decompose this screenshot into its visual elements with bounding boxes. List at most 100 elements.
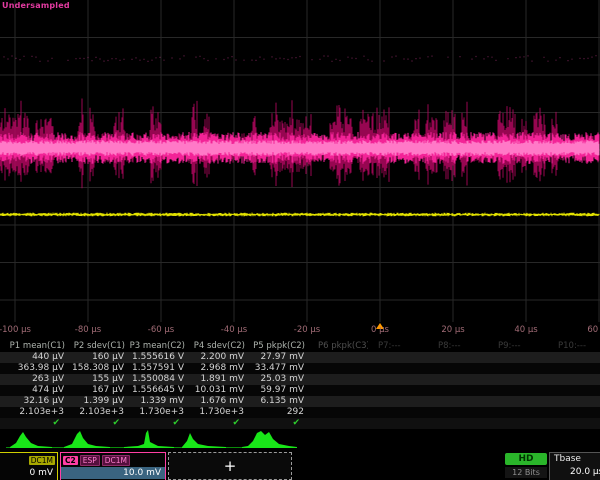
c1-descriptor[interactable]: DC1M 0 mV bbox=[0, 452, 58, 480]
param-value bbox=[308, 352, 368, 363]
param-header[interactable]: P9:--- bbox=[488, 341, 548, 352]
param-value bbox=[488, 374, 548, 385]
param-header[interactable]: P5 pkpk(C2) bbox=[248, 341, 308, 352]
c2-esp-badge: ESP bbox=[80, 455, 100, 466]
param-header[interactable]: P3 mean(C2) bbox=[128, 341, 188, 352]
param-histicon[interactable] bbox=[10, 432, 52, 448]
param-status-check bbox=[548, 418, 600, 429]
c1-scale: 0 mV bbox=[0, 467, 57, 479]
param-status-check: ✔ bbox=[68, 418, 128, 429]
axis-label: 60 µs bbox=[587, 325, 600, 335]
param-value: 1.730e+3 bbox=[188, 407, 248, 418]
param-histicon[interactable] bbox=[182, 433, 226, 448]
param-status-check: ✔ bbox=[128, 418, 188, 429]
param-value: 59.97 mV bbox=[248, 385, 308, 396]
param-value bbox=[428, 352, 488, 363]
axis-label: 20 µs bbox=[441, 325, 464, 335]
param-header[interactable]: P1 mean(C1) bbox=[0, 341, 68, 352]
param-value: 33.477 mV bbox=[248, 363, 308, 374]
axis-label: -100 µs bbox=[0, 325, 31, 335]
param-header[interactable]: P6 pkpk(C3) bbox=[308, 341, 368, 352]
param-value: 160 µV bbox=[68, 352, 128, 363]
c2-peak-dots bbox=[4, 55, 596, 62]
param-header[interactable]: P8:--- bbox=[428, 341, 488, 352]
axis-label: 0 µs bbox=[371, 325, 389, 335]
param-value: 27.97 mV bbox=[248, 352, 308, 363]
param-value bbox=[548, 363, 600, 374]
param-value bbox=[368, 407, 428, 418]
hd-bits-label: 12 Bits bbox=[505, 467, 547, 478]
param-value bbox=[428, 363, 488, 374]
add-trace-button[interactable]: + bbox=[168, 452, 292, 480]
param-value bbox=[488, 407, 548, 418]
param-value: 158.308 µV bbox=[68, 363, 128, 374]
table-row: 263 µV155 µV1.550084 V1.891 mV25.03 mV bbox=[0, 374, 600, 385]
param-value bbox=[308, 407, 368, 418]
bottom-toolbar: DC1M 0 mV C2 ESP DC1M 10.0 mV + HD 12 Bi… bbox=[0, 452, 600, 480]
param-value: 32.16 µV bbox=[0, 396, 68, 407]
param-value bbox=[368, 363, 428, 374]
undersampled-warning: Undersampled bbox=[2, 1, 70, 10]
param-header[interactable]: P10:--- bbox=[548, 341, 600, 352]
table-row: 474 µV167 µV1.556645 V10.031 mV59.97 mV bbox=[0, 385, 600, 396]
param-value: 1.556645 V bbox=[128, 385, 188, 396]
param-value: 155 µV bbox=[68, 374, 128, 385]
param-value: 2.103e+3 bbox=[68, 407, 128, 418]
table-row: 32.16 µV1.399 µV1.339 mV1.676 mV6.135 mV bbox=[0, 396, 600, 407]
param-value bbox=[488, 363, 548, 374]
param-value: 363.98 µV bbox=[0, 363, 68, 374]
tbase-label: Tbase bbox=[550, 453, 600, 466]
param-value: 263 µV bbox=[0, 374, 68, 385]
param-status-check bbox=[488, 418, 548, 429]
hd-indicator[interactable]: HD 12 Bits bbox=[505, 453, 547, 478]
param-status-check bbox=[368, 418, 428, 429]
c2-descriptor[interactable]: C2 ESP DC1M 10.0 mV bbox=[60, 452, 166, 480]
param-histicon[interactable] bbox=[242, 431, 297, 448]
param-value bbox=[308, 396, 368, 407]
param-value: 1.555616 V bbox=[128, 352, 188, 363]
param-status-check: ✔ bbox=[0, 418, 68, 429]
param-value bbox=[548, 407, 600, 418]
oscilloscope-screen: Undersampled -100 µs-80 µs-60 µs-40 µs-2… bbox=[0, 0, 600, 480]
param-value: 1.557591 V bbox=[128, 363, 188, 374]
param-value bbox=[368, 374, 428, 385]
param-value: 1.891 mV bbox=[188, 374, 248, 385]
table-row: 2.103e+32.103e+31.730e+31.730e+3292 bbox=[0, 407, 600, 418]
param-value: 25.03 mV bbox=[248, 374, 308, 385]
param-value bbox=[488, 396, 548, 407]
param-histicon[interactable] bbox=[64, 431, 110, 448]
param-histicon[interactable] bbox=[124, 430, 174, 448]
param-header[interactable]: P2 sdev(C1) bbox=[68, 341, 128, 352]
table-row: P1 mean(C1)P2 sdev(C1)P3 mean(C2)P4 sdev… bbox=[0, 341, 600, 352]
param-header[interactable]: P7:--- bbox=[368, 341, 428, 352]
param-value bbox=[488, 385, 548, 396]
param-value bbox=[488, 352, 548, 363]
measure-table: P1 mean(C1)P2 sdev(C1)P3 mean(C2)P4 sdev… bbox=[0, 341, 600, 429]
param-value: 10.031 mV bbox=[188, 385, 248, 396]
c1-trace[interactable] bbox=[0, 213, 599, 217]
param-value: 1.676 mV bbox=[188, 396, 248, 407]
param-value bbox=[548, 352, 600, 363]
waveform-grid: Undersampled bbox=[0, 0, 600, 322]
axis-label: 40 µs bbox=[514, 325, 537, 335]
param-status-check: ✔ bbox=[188, 418, 248, 429]
timebase-descriptor[interactable]: Tbase 20.0 µs bbox=[549, 452, 600, 480]
param-value bbox=[548, 396, 600, 407]
param-value: 6.135 mV bbox=[248, 396, 308, 407]
c1-coupling-badge: DC1M bbox=[29, 456, 55, 465]
param-value bbox=[308, 374, 368, 385]
waveform-svg bbox=[0, 0, 600, 322]
param-header[interactable]: P4 sdev(C2) bbox=[188, 341, 248, 352]
hd-badge: HD bbox=[505, 453, 547, 465]
param-value bbox=[428, 374, 488, 385]
axis-label: -80 µs bbox=[75, 325, 101, 335]
param-value: 292 bbox=[248, 407, 308, 418]
param-value: 2.200 mV bbox=[188, 352, 248, 363]
c2-coupling-badge: DC1M bbox=[102, 455, 130, 466]
param-value bbox=[428, 407, 488, 418]
param-value bbox=[308, 385, 368, 396]
param-value: 474 µV bbox=[0, 385, 68, 396]
param-value bbox=[368, 352, 428, 363]
axis-label: -60 µs bbox=[148, 325, 174, 335]
axis-label: -20 µs bbox=[294, 325, 320, 335]
